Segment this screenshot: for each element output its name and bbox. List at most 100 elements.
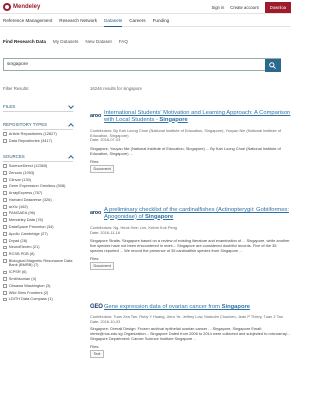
facet-option[interactable]: Ohsawa Washington (3) <box>3 283 73 289</box>
subnav-find-research-data[interactable]: Find Research Data <box>3 39 46 44</box>
checkbox[interactable] <box>3 238 7 243</box>
facet-option[interactable]: arXiv (162) <box>3 204 73 210</box>
facet-files-header[interactable]: FILES <box>3 102 73 112</box>
facet-option[interactable]: Mendeley Data (76) <box>3 218 73 223</box>
checkbox[interactable] <box>3 232 7 236</box>
source-logo-icon: aroo <box>90 113 102 119</box>
checkbox[interactable] <box>3 211 7 216</box>
facet-option[interactable]: ScienceDirect (12365) <box>3 163 73 169</box>
result-description: Singapore: Overall Design: Frozen archiv… <box>90 326 290 341</box>
facet-option[interactable]: Data Repositories (3417) <box>3 138 73 144</box>
search-bar <box>3 58 281 72</box>
file-type-badge[interactable]: Document <box>90 261 115 271</box>
facet-files-title: FILES <box>3 104 16 109</box>
result-title-link[interactable]: International Students' Motivation and L… <box>104 110 292 123</box>
checkbox[interactable] <box>3 171 7 175</box>
chevron-up-icon <box>68 154 73 159</box>
result-date: Date: 2016-10-03 <box>90 318 121 324</box>
file-type-badge[interactable]: Document <box>90 164 115 174</box>
nav-datasets[interactable]: Datasets <box>104 18 123 27</box>
results-count: 16246 results for singapore <box>90 86 143 91</box>
top-bar: Mendeley Sign in Create account Downloa <box>0 0 291 14</box>
source-logo-icon: GEO <box>90 304 103 310</box>
account-links: Sign in Create account Downloa <box>211 2 291 13</box>
subnav-faq[interactable]: FAQ <box>119 39 128 44</box>
checkbox[interactable] <box>3 270 7 275</box>
facet-sources-header[interactable]: SOURCES <box>3 152 73 162</box>
datasets-subnav: Find Research Data My Datasets New Datas… <box>0 39 291 44</box>
facet-option[interactable]: Article Repositories (12827) <box>3 132 73 137</box>
search-input[interactable] <box>4 59 265 70</box>
download-button[interactable]: Downloa <box>264 2 291 13</box>
result-description: Singapore Straits. Singapore based on a … <box>90 238 290 253</box>
result-description: Singapore, Youyan Nie (National Institut… <box>90 146 281 156</box>
facet-option[interactable]: Biological Magnetic Resonance Data Bank … <box>3 258 73 268</box>
subnav-new-dataset[interactable]: New Dataset <box>85 39 111 44</box>
facet-option[interactable]: Zenodo (1953) <box>3 170 73 176</box>
checkbox[interactable] <box>3 218 7 223</box>
facet-option[interactable]: PANGAEA (96) <box>3 211 73 216</box>
facet-option[interactable]: Smithsonian (4) <box>3 276 73 282</box>
search-icon <box>269 61 276 69</box>
nav-reference-management[interactable]: Reference Management <box>3 18 52 23</box>
facet-option[interactable]: LDITH Data Compass (1) <box>3 297 73 302</box>
result-files-label: Files: <box>90 255 100 261</box>
facet-option[interactable]: Gene Expression Omnibus (508) <box>3 184 73 189</box>
checkbox[interactable] <box>3 184 7 189</box>
result-files-label: Files: <box>90 343 100 349</box>
result-date: Date: 2016-11-16 <box>90 229 120 235</box>
nav-funding[interactable]: Funding <box>153 18 170 23</box>
checkbox[interactable] <box>3 132 7 137</box>
checkbox[interactable] <box>3 204 7 209</box>
checkbox[interactable] <box>3 252 7 257</box>
sources-list: ScienceDirect (12365) Zenodo (1953) Clin… <box>3 163 73 302</box>
checkbox[interactable] <box>3 139 7 144</box>
checkbox[interactable] <box>3 277 7 282</box>
facet-option[interactable]: RCSB PDB (8) <box>3 251 73 257</box>
facet-option[interactable]: DataSpace Princeton (34) <box>3 224 73 230</box>
chevron-down-icon <box>68 104 73 109</box>
checkbox[interactable] <box>3 259 7 263</box>
facet-repository-types-header[interactable]: REPOSITORY TYPES <box>3 120 73 130</box>
facet-option[interactable]: NeuroElectro (21) <box>3 245 73 250</box>
result-title-link[interactable]: A preliminary checklist of the cardinalf… <box>104 207 292 220</box>
repository-types-list: Article Repositories (12827) Data Reposi… <box>3 132 73 144</box>
checkbox[interactable] <box>3 297 7 302</box>
nav-careers[interactable]: Careers <box>129 18 145 23</box>
search-button[interactable] <box>264 58 281 72</box>
facet-option[interactable]: ICPSR (6) <box>3 270 73 275</box>
checkbox[interactable] <box>3 290 7 295</box>
checkbox[interactable] <box>3 164 7 169</box>
file-type-badge[interactable]: Text <box>90 349 104 359</box>
nav-research-network[interactable]: Research Network <box>59 18 97 23</box>
facet-sidebar: FILES REPOSITORY TYPES Article Repositor… <box>3 102 73 304</box>
filter-results-label: Filter Results: <box>3 86 30 91</box>
mendeley-logo-icon <box>3 3 11 11</box>
checkbox[interactable] <box>3 284 7 288</box>
subnav-my-datasets[interactable]: My Datasets <box>53 39 79 44</box>
checkbox[interactable] <box>3 198 7 202</box>
facet-option[interactable]: Clinvar (130) <box>3 177 73 183</box>
facet-option[interactable]: ArrayExpress (787) <box>3 190 73 196</box>
result-contributors: Contributors: By Kah Loong Chue (Nationa… <box>90 128 281 138</box>
source-logo-icon: aroo <box>90 210 102 216</box>
checkbox[interactable] <box>3 225 7 230</box>
result-contributors: Contributors: Tuan Zea Tan, Ruby Y Huang… <box>90 314 283 319</box>
result-files-label: Files: <box>90 158 100 164</box>
checkbox[interactable] <box>3 191 7 196</box>
checkbox[interactable] <box>3 177 7 182</box>
brand-name: Mendeley <box>13 4 41 10</box>
facet-option[interactable]: Wild Sims Frontiers (2) <box>3 290 73 296</box>
facet-option[interactable]: Harvard Dataverse (326) <box>3 197 73 203</box>
create-account-link[interactable]: Create account <box>230 5 258 10</box>
mendeley-logo[interactable]: Mendeley <box>3 3 40 11</box>
chevron-up-icon <box>68 122 73 127</box>
sign-in-link[interactable]: Sign in <box>211 5 224 10</box>
result-date: Date: 2016-07-03 <box>90 137 121 143</box>
result-title-link[interactable]: Gene expression data of ovarian cancer f… <box>104 304 292 311</box>
facet-option[interactable]: Dryad (28) <box>3 238 73 244</box>
facet-option[interactable]: Apollo Cambridge (27) <box>3 231 73 237</box>
facet-sources-title: SOURCES <box>3 153 25 159</box>
facet-repository-types-title: REPOSITORY TYPES <box>3 122 48 127</box>
checkbox[interactable] <box>3 245 7 250</box>
